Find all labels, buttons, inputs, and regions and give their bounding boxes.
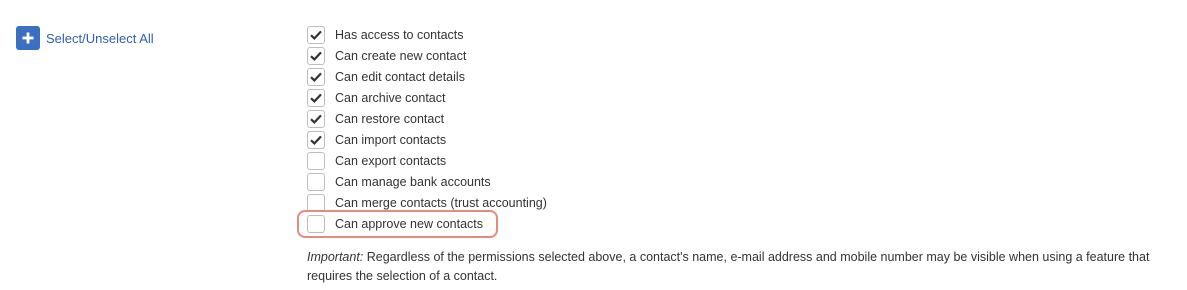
- important-note: Important: Regardless of the permissions…: [307, 248, 1177, 286]
- permission-item-has-access[interactable]: Has access to contacts: [307, 24, 547, 45]
- permission-label: Can create new contact: [335, 48, 467, 63]
- checkmark-icon: [310, 72, 322, 82]
- permission-item-restore[interactable]: Can restore contact: [307, 108, 547, 129]
- note-text: Regardless of the permissions selected a…: [307, 250, 1150, 283]
- checkmark-icon: [310, 30, 322, 40]
- permission-list: Has access to contacts Can create new co…: [307, 24, 547, 234]
- permission-item-export[interactable]: Can export contacts: [307, 150, 547, 171]
- permission-label: Can merge contacts (trust accounting): [335, 195, 547, 210]
- permission-item-merge[interactable]: Can merge contacts (trust accounting): [307, 192, 547, 213]
- checkmark-icon: [310, 93, 322, 103]
- permission-label: Can approve new contacts: [335, 216, 484, 231]
- permission-item-edit[interactable]: Can edit contact details: [307, 66, 547, 87]
- checkmark-icon: [310, 135, 322, 145]
- permission-checkbox[interactable]: [307, 67, 325, 86]
- permission-checkbox[interactable]: [307, 151, 325, 170]
- permission-label: Can restore contact: [335, 111, 445, 126]
- permission-label: Can manage bank accounts: [335, 174, 491, 189]
- permission-checkbox[interactable]: [307, 25, 325, 44]
- note-prefix: Important:: [307, 250, 364, 264]
- permission-checkbox[interactable]: [307, 109, 325, 128]
- permission-item-archive[interactable]: Can archive contact: [307, 87, 547, 108]
- permission-checkbox[interactable]: [307, 88, 325, 107]
- permission-checkbox[interactable]: [307, 214, 325, 233]
- permission-item-create[interactable]: Can create new contact: [307, 45, 547, 66]
- permission-checkbox[interactable]: [307, 130, 325, 149]
- permission-label: Has access to contacts: [335, 27, 464, 42]
- checkmark-icon: [310, 51, 322, 61]
- permission-checkbox[interactable]: [307, 46, 325, 65]
- permission-checkbox[interactable]: [307, 193, 325, 212]
- permission-item-bank-accounts[interactable]: Can manage bank accounts: [307, 171, 547, 192]
- permission-label: Can export contacts: [335, 153, 447, 168]
- plus-icon[interactable]: [16, 26, 40, 50]
- permission-label: Can archive contact: [335, 90, 446, 105]
- permission-item-import[interactable]: Can import contacts: [307, 129, 547, 150]
- select-unselect-all-label[interactable]: Select/Unselect All: [46, 31, 154, 46]
- checkmark-icon: [310, 114, 322, 124]
- permission-item-approve[interactable]: Can approve new contacts: [307, 213, 547, 234]
- permission-checkbox[interactable]: [307, 172, 325, 191]
- permission-label: Can edit contact details: [335, 69, 465, 84]
- select-unselect-all-button[interactable]: Select/Unselect All: [16, 26, 154, 50]
- permission-label: Can import contacts: [335, 132, 447, 147]
